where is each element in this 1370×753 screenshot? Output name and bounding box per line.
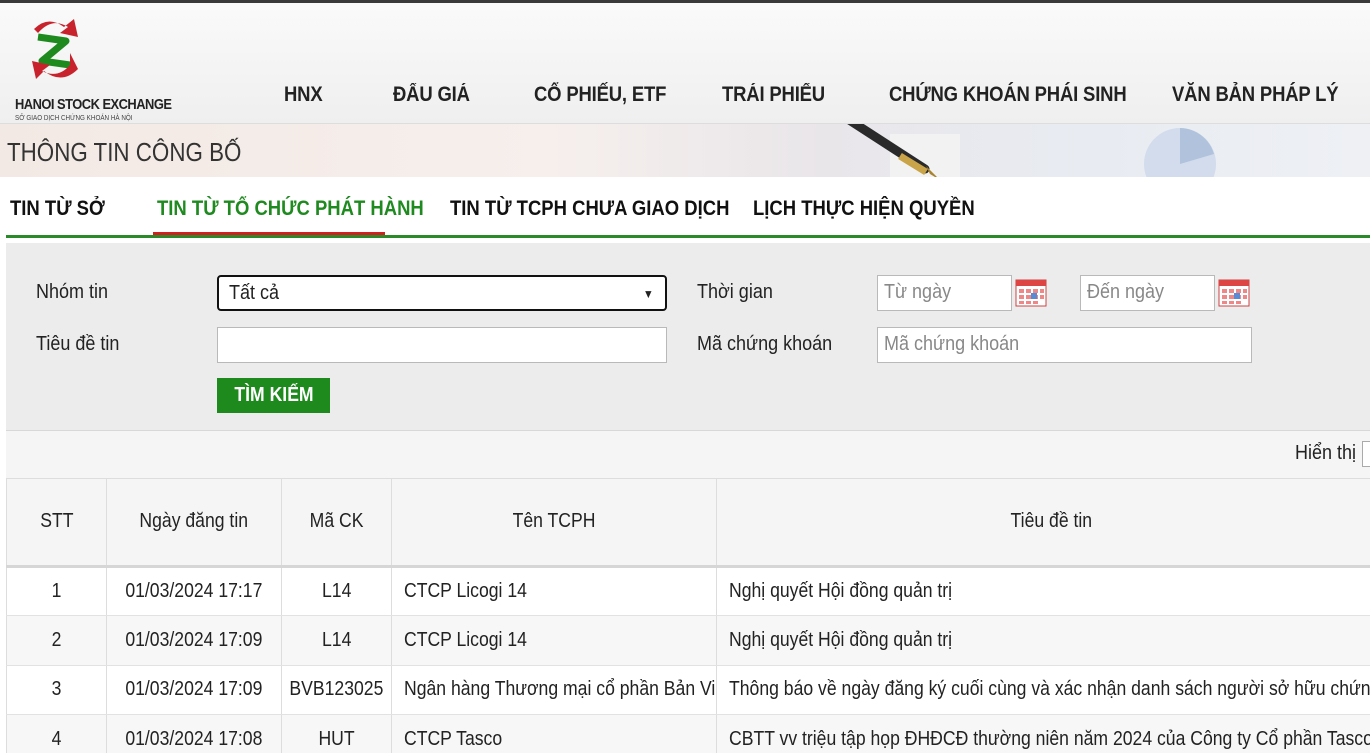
group-label: Nhóm tin <box>36 281 109 303</box>
chevron-down-icon: ▼ <box>643 287 654 301</box>
stock-code-label: Mã chứng khoán <box>697 333 833 355</box>
row-post-date: 01/03/2024 17:17 <box>106 566 282 616</box>
page-title: THÔNG TIN CÔNG BỐ <box>7 137 242 167</box>
tab-tin-tu-tcph-chua-giao-dich[interactable]: TIN TỪ TCPH CHƯA GIAO DỊCH <box>450 197 729 221</box>
row-stock-code[interactable]: HUT <box>281 714 392 753</box>
table-row[interactable]: 4 01/03/2024 17:08 HUT CTCP Tasco CBTT v… <box>6 714 1370 753</box>
to-date-input[interactable]: Đến ngày <box>1080 275 1215 311</box>
title-input[interactable] <box>217 327 667 363</box>
page-size-select[interactable] <box>1362 441 1370 467</box>
nav-co-phieu-etf[interactable]: CỔ PHIẾU, ETF <box>534 83 666 107</box>
tab-tin-tu-to-chuc-phat-hanh[interactable]: TIN TỪ TỔ CHỨC PHÁT HÀNH <box>157 197 424 221</box>
logo-subtitle: SỞ GIAO DỊCH CHỨNG KHOÁN HÀ NỘI <box>15 115 133 122</box>
header-stt: STT <box>6 479 107 568</box>
group-select[interactable]: Tất cả ▼ <box>217 275 667 311</box>
table-row[interactable]: 1 01/03/2024 17:17 L14 CTCP Licogi 14 Ng… <box>6 566 1370 616</box>
header-post-date: Ngày đăng tin <box>106 479 282 568</box>
hnx-logo-icon <box>32 19 78 79</box>
table-header-row: STT Ngày đăng tin Mã CK Tên TCPH Tiêu đề… <box>6 479 1370 568</box>
nav-van-ban-phap-ly[interactable]: VĂN BẢN PHÁP LÝ <box>1172 83 1339 107</box>
row-news-title-link[interactable]: Nghị quyết Hội đồng quản trị <box>716 566 1370 616</box>
row-stt: 3 <box>6 665 107 715</box>
display-label: Hiển thị <box>1295 442 1357 464</box>
row-post-date: 01/03/2024 17:08 <box>106 714 282 753</box>
row-news-title-link[interactable]: CBTT vv triệu tập họp ĐHĐCĐ thường niên … <box>716 714 1370 753</box>
display-bar: Hiển thị <box>6 431 1370 479</box>
table-row[interactable]: 2 01/03/2024 17:09 L14 CTCP Licogi 14 Ng… <box>6 615 1370 666</box>
header-stock-code: Mã CK <box>281 479 392 568</box>
from-date-placeholder: Từ ngày <box>884 281 952 303</box>
tab-tin-tu-so[interactable]: TIN TỪ SỞ <box>10 197 105 221</box>
page-banner: THÔNG TIN CÔNG BỐ <box>0 124 1370 177</box>
search-panel: Nhóm tin Tất cả ▼ Thời gian Từ ngày Đến … <box>6 243 1370 431</box>
pen-illustration-icon <box>847 124 960 177</box>
title-label: Tiêu đề tin <box>36 333 120 355</box>
calendar-icon[interactable] <box>1218 277 1250 307</box>
from-date-input[interactable]: Từ ngày <box>877 275 1012 311</box>
row-issuer-name: CTCP Licogi 14 <box>391 615 717 666</box>
row-post-date: 01/03/2024 17:09 <box>106 615 282 666</box>
header-issuer-name: Tên TCPH <box>391 479 717 568</box>
nav-trai-phieu[interactable]: TRÁI PHIẾU <box>722 83 825 107</box>
row-post-date: 01/03/2024 17:09 <box>106 665 282 715</box>
group-select-value: Tất cả <box>229 282 280 304</box>
row-stt: 1 <box>6 566 107 616</box>
time-label: Thời gian <box>697 281 773 303</box>
stock-code-placeholder: Mã chứng khoán <box>884 333 1020 355</box>
news-tabs: TIN TỪ SỞ TIN TỪ TỔ CHỨC PHÁT HÀNH TIN T… <box>6 195 1370 238</box>
calendar-icon[interactable] <box>1015 277 1047 307</box>
row-issuer-name: Ngân hàng Thương mại cổ phần Bản Việt <box>391 665 717 715</box>
nav-hnx[interactable]: HNX <box>284 83 323 107</box>
header-news-title: Tiêu đề tin <box>716 479 1370 568</box>
nav-chung-khoan-phai-sinh[interactable]: CHỨNG KHOÁN PHÁI SINH <box>889 83 1127 107</box>
site-header: HANOI STOCK EXCHANGE SỞ GIAO DỊCH CHỨNG … <box>0 3 1370 124</box>
row-stock-code[interactable]: L14 <box>281 566 392 616</box>
active-tab-indicator <box>153 232 385 235</box>
tab-lich-thuc-hien-quyen[interactable]: LỊCH THỰC HIỆN QUYỀN <box>753 197 975 221</box>
row-stt: 2 <box>6 615 107 666</box>
row-issuer-name: CTCP Tasco <box>391 714 717 753</box>
table-row[interactable]: 3 01/03/2024 17:09 BVB123025 Ngân hàng T… <box>6 665 1370 715</box>
nav-dau-gia[interactable]: ĐẤU GIÁ <box>393 83 470 107</box>
row-issuer-name: CTCP Licogi 14 <box>391 566 717 616</box>
row-news-title-link[interactable]: Thông báo về ngày đăng ký cuối cùng và x… <box>716 665 1370 715</box>
row-stock-code[interactable]: BVB123025 <box>281 665 392 715</box>
news-table: STT Ngày đăng tin Mã CK Tên TCPH Tiêu đề… <box>6 479 1370 753</box>
row-news-title-link[interactable]: Nghị quyết Hội đồng quản trị <box>716 615 1370 666</box>
search-button[interactable]: TÌM KIẾM <box>217 378 330 413</box>
row-stock-code[interactable]: L14 <box>281 615 392 666</box>
to-date-placeholder: Đến ngày <box>1087 281 1165 303</box>
main-nav: HNX ĐẤU GIÁ CỔ PHIẾU, ETF TRÁI PHIẾU CHỨ… <box>0 83 1370 113</box>
chart-illustration-icon <box>1144 128 1216 177</box>
row-stt: 4 <box>6 714 107 753</box>
search-button-label: TÌM KIẾM <box>233 384 314 406</box>
stock-code-input[interactable]: Mã chứng khoán <box>877 327 1252 363</box>
